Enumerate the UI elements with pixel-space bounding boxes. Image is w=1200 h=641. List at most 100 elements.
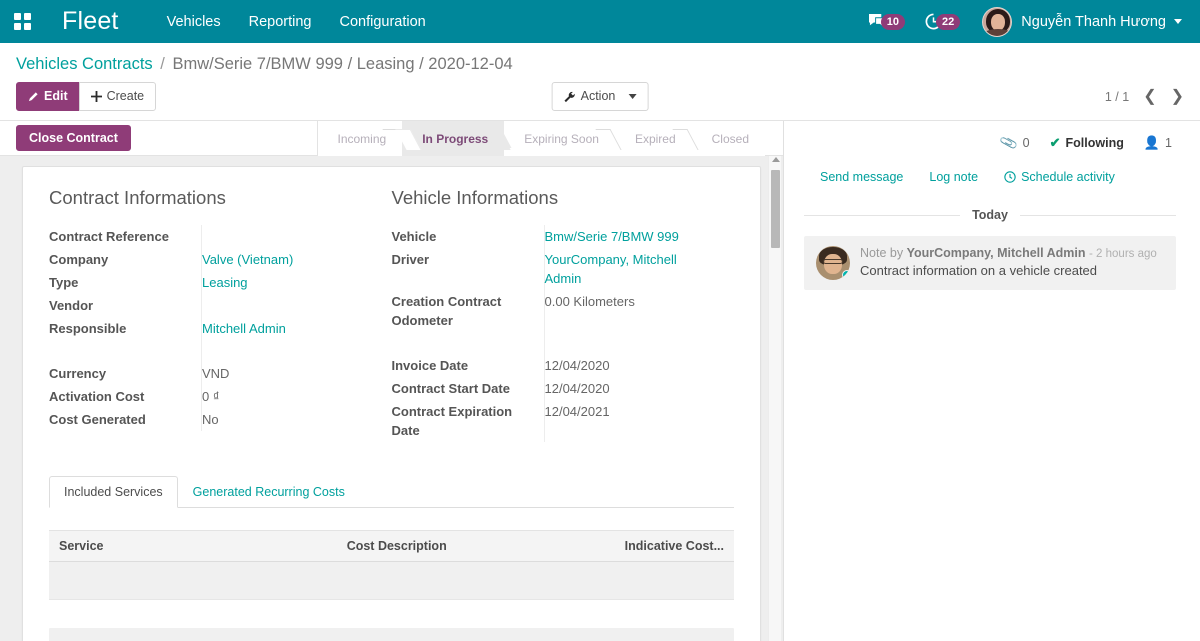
message-prefix: Note by [860,246,904,260]
field-row-contract-expiration-date: Contract Expiration Date 12/04/2021 [392,400,716,442]
pager: 1 / 1 ❮ ❯ [1104,88,1184,104]
log-note-button[interactable]: Log note [929,170,978,184]
user-menu[interactable]: Nguyễn Thanh Hương [970,6,1190,37]
attachments-button[interactable]: 📎 0 [999,132,1029,153]
value-type: Leasing [201,271,374,294]
value-contract-expiration-date[interactable]: 12/04/2021 [543,400,716,442]
tab-generated-recurring-costs[interactable]: Generated Recurring Costs [178,476,360,508]
value-vendor[interactable] [201,294,374,317]
stage-incoming[interactable]: Incoming [317,121,403,156]
link-type[interactable]: Leasing [202,275,248,290]
menu-item-vehicles[interactable]: Vehicles [153,2,235,42]
chevron-down-icon [1174,19,1182,24]
label-driver: Driver [391,252,430,267]
menu-item-reporting[interactable]: Reporting [235,2,326,42]
status-bar: Close Contract Incoming In Progress Expi… [0,121,783,156]
form-scrollbar[interactable] [768,156,781,641]
apps-menu-button[interactable] [0,0,44,43]
column-header-indicative-cost[interactable]: Indicative Cost... [596,530,734,562]
user-icon: 👤 [1143,135,1161,150]
message-timestamp: - 2 hours ago [1089,248,1157,260]
apps-grid-icon [13,13,31,30]
table-row-empty[interactable] [49,561,734,600]
value-contract-start-date[interactable]: 12/04/2020 [543,377,716,400]
stage-closed[interactable]: Closed [691,121,765,156]
message-author[interactable]: YourCompany, Mitchell Admin [907,246,1086,260]
breadcrumb-root[interactable]: Vehicles Contracts [16,55,153,73]
label-contract-reference: Contract Reference [49,229,169,244]
create-button-label: Create [106,89,145,103]
online-status-dot [842,270,850,280]
paperclip-icon: 📎 [999,132,1020,153]
following-button[interactable]: ✔ Following [1050,135,1124,151]
field-row-contract-reference: Contract Reference [49,225,374,248]
field-row-responsible: Responsible Mitchell Admin [49,317,374,340]
label-creation-odometer: Creation Contract Odometer [391,294,502,328]
close-contract-button[interactable]: Close Contract [16,125,131,151]
value-contract-reference[interactable] [201,225,374,248]
spacer [49,340,374,362]
field-row-cost-generated: Cost Generated No [49,408,374,431]
breadcrumb: Vehicles Contracts / Bmw/Serie 7/BMW 999… [0,43,1200,76]
activities-button[interactable]: 22 [915,7,970,36]
column-header-cost-description[interactable]: Cost Description [336,530,597,562]
link-company[interactable]: Valve (Vietnam) [202,252,293,267]
messages-button[interactable]: 10 [858,7,915,36]
link-vehicle[interactable]: Bmw/Serie 7/BMW 999 [545,229,679,244]
action-button[interactable]: Action [551,82,649,111]
message-item: Note by YourCompany, Mitchell Admin - 2 … [804,236,1176,290]
contract-fields-table: Contract Reference Company Valve (Vietna… [49,225,374,431]
chatter-action-buttons: Send message Log note Schedule activity [804,170,1176,184]
link-driver[interactable]: YourCompany, Mitchell Admin [545,252,677,286]
contract-informations-group: Contract Informations Contract Reference… [49,187,392,442]
scroll-up-arrow-icon[interactable] [772,157,780,162]
field-row-type: Type Leasing [49,271,374,294]
scrollbar-thumb[interactable] [771,170,780,248]
tab-included-services[interactable]: Included Services [49,476,178,508]
send-message-button[interactable]: Send message [820,170,903,184]
edit-button[interactable]: Edit [16,82,80,111]
label-responsible: Responsible [49,321,127,336]
stage-expired[interactable]: Expired [614,121,692,156]
action-menu-wrap: Action [551,82,649,111]
followers-button[interactable]: 👤 1 [1144,135,1172,151]
pager-next-button[interactable]: ❯ [1171,88,1184,104]
chatter-pane: 📎 0 ✔ Following 👤 1 Send message Log not… [784,121,1200,641]
label-vendor: Vendor [49,298,94,313]
create-button[interactable]: Create [78,82,157,111]
label-invoice-date: Invoice Date [391,358,469,373]
record-toolbar: Edit Create Action 1 / 1 ❮ ❯ [0,76,1200,120]
stage-in-progress[interactable]: In Progress [402,121,505,156]
schedule-activity-button[interactable]: Schedule activity [1004,170,1115,184]
stage-expiring-soon[interactable]: Expiring Soon [504,121,615,156]
link-responsible[interactable]: Mitchell Admin [202,321,286,336]
stage-pipeline: Incoming In Progress Expiring Soon Expir… [316,121,765,156]
field-row-driver: Driver YourCompany, Mitchell Admin [391,248,716,290]
breadcrumb-current: Bmw/Serie 7/BMW 999 / Leasing / 2020-12-… [172,55,513,73]
pager-value: 1 / 1 [1104,89,1130,104]
value-invoice-date[interactable]: 12/04/2020 [543,354,716,377]
chatter-topbar: 📎 0 ✔ Following 👤 1 [804,132,1176,153]
value-creation-odometer[interactable]: 0.00 Kilometers [543,290,716,332]
field-row-vehicle: Vehicle Bmw/Serie 7/BMW 999 [392,225,716,248]
message-text: Contract information on a vehicle create… [860,263,1098,278]
value-activation-cost[interactable]: 0 ₫ [201,385,374,408]
schedule-activity-label: Schedule activity [1021,170,1115,184]
value-cost-generated[interactable]: No [201,408,374,431]
following-label: Following [1065,136,1124,150]
app-brand[interactable]: Fleet [62,7,119,36]
label-cost-generated: Cost Generated [49,412,146,427]
column-header-service[interactable]: Service [49,530,337,562]
message-body: Note by YourCompany, Mitchell Admin - 2 … [860,246,1164,280]
vehicle-informations-group: Vehicle Informations Vehicle Bmw/Serie 7… [392,187,735,442]
value-responsible: Mitchell Admin [201,317,374,340]
pager-previous-button[interactable]: ❮ [1143,88,1156,104]
group-title-vehicle: Vehicle Informations [391,187,559,208]
author-avatar [816,246,850,280]
value-driver: YourCompany, Mitchell Admin [543,248,716,290]
value-currency[interactable]: VND [201,362,374,385]
menu-item-configuration[interactable]: Configuration [325,2,439,42]
message-header: Note by YourCompany, Mitchell Admin - 2 … [860,246,1164,260]
breadcrumb-separator: / [160,55,165,73]
services-table: Service Cost Description Indicative Cost… [49,530,734,600]
